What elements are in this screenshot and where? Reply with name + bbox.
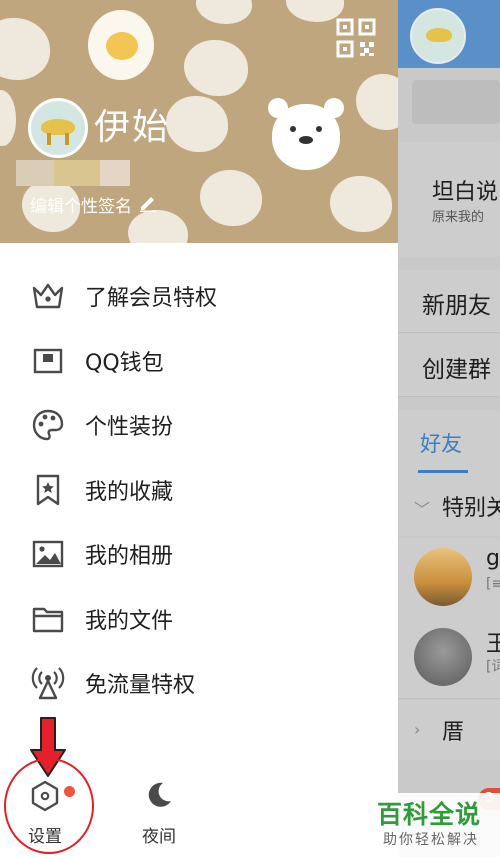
background-friend-status: [≡ <box>486 576 500 592</box>
watermark-title: 百科全说 <box>377 800 482 829</box>
background-card-title: 坦白说 <box>432 180 499 205</box>
red-circle-annotation <box>4 758 94 854</box>
menu-item-favorites[interactable]: 我的收藏 <box>0 458 398 523</box>
pencil-icon <box>138 192 158 217</box>
avatar[interactable] <box>28 98 88 158</box>
palette-icon <box>31 408 65 442</box>
dumpling-decoration <box>166 96 228 152</box>
bookmark-star-icon <box>31 473 65 507</box>
background-friend-status: [词 <box>486 659 500 675</box>
dumpling-decoration <box>0 18 50 80</box>
menu-item-album[interactable]: 我的相册 <box>0 522 398 587</box>
dumpling-decoration <box>0 90 16 146</box>
menu-item-label: 了解会员特权 <box>85 286 218 311</box>
menu-item-files[interactable]: 我的文件 <box>0 587 398 652</box>
dumpling-decoration <box>356 74 398 130</box>
background-row-label: 创建群 <box>422 357 491 383</box>
background-search-bar <box>412 80 500 124</box>
background-friend-avatar <box>414 548 472 606</box>
background-panel: 坦白说 原来我的 新朋友 创建群 好友 ﹀ 特别关 g [≡ 王 [词 › 厝 <box>398 0 500 857</box>
background-friend-name: g <box>486 546 500 571</box>
background-tab-friends: 好友 <box>420 432 462 456</box>
night-mode-button[interactable]: 夜间 <box>130 780 190 850</box>
signal-tower-icon <box>31 666 65 700</box>
image-icon <box>31 537 65 571</box>
background-group-special: ﹀ 特别关 <box>398 476 500 536</box>
crown-icon <box>31 279 65 313</box>
menu-item-theme[interactable]: 个性装扮 <box>0 393 398 458</box>
bear-decoration <box>268 98 344 172</box>
menu-item-label: 我的文件 <box>85 608 174 634</box>
redacted-info <box>16 160 130 186</box>
background-tabs: 好友 <box>398 410 500 477</box>
menu-item-label: 个性装扮 <box>85 415 174 440</box>
menu-item-label: 我的相册 <box>85 544 174 569</box>
menu-item-free-data[interactable]: 免流量特权 <box>0 651 398 716</box>
qr-code-icon[interactable] <box>336 18 376 58</box>
menu-item-label: QQ钱包 <box>85 350 164 376</box>
dumpling-decoration <box>184 40 248 96</box>
menu-item-vip[interactable]: 了解会员特权 <box>0 264 398 329</box>
watermark-subtitle: 助你轻松解决 <box>383 832 479 848</box>
menu-item-label: 我的收藏 <box>85 479 174 505</box>
background-top-bar <box>398 0 500 68</box>
menu-item-label: 免流量特权 <box>85 673 196 698</box>
background-friend-name: 王 <box>486 632 500 657</box>
background-friend-row: g [≡ <box>398 538 500 619</box>
background-card-subtitle: 原来我的 <box>432 210 485 225</box>
background-friend-row: 王 [词 <box>398 618 500 699</box>
drawer-menu: 了解会员特权 QQ钱包 个性装扮 我的收藏 我的相册 我的文件 免流量特权 <box>0 264 398 716</box>
background-group-label: 厝 <box>442 720 465 745</box>
background-row-create-group: 创建群 <box>398 334 500 397</box>
night-mode-label: 夜间 <box>142 827 176 847</box>
background-tab-underline <box>418 470 468 473</box>
background-group-label: 特别关 <box>442 496 500 521</box>
background-avatar <box>410 8 466 64</box>
signature-label: 编辑个性签名 <box>30 197 132 217</box>
watermark: 百科全说 助你轻松解决 <box>371 793 500 857</box>
background-group-last: › 厝 <box>398 700 500 760</box>
menu-item-wallet[interactable]: QQ钱包 <box>0 329 398 394</box>
egg-decoration <box>88 10 154 80</box>
folder-icon <box>31 602 65 636</box>
background-row-label: 新朋友 <box>422 293 491 319</box>
dumpling-decoration <box>330 176 392 232</box>
dumpling-decoration <box>196 0 252 24</box>
chevron-right-icon: › <box>414 720 421 739</box>
chevron-down-icon: ﹀ <box>414 500 431 519</box>
nickname[interactable]: 伊始 <box>94 98 170 150</box>
moon-icon <box>144 780 174 810</box>
background-row-new-friends: 新朋友 <box>398 270 500 333</box>
background-friend-avatar <box>414 628 472 686</box>
wallet-icon <box>31 344 65 378</box>
signature-edit[interactable]: 编辑个性签名 <box>30 192 158 217</box>
dumpling-decoration <box>200 170 262 226</box>
profile-header: 伊始 编辑个性签名 <box>0 0 398 243</box>
